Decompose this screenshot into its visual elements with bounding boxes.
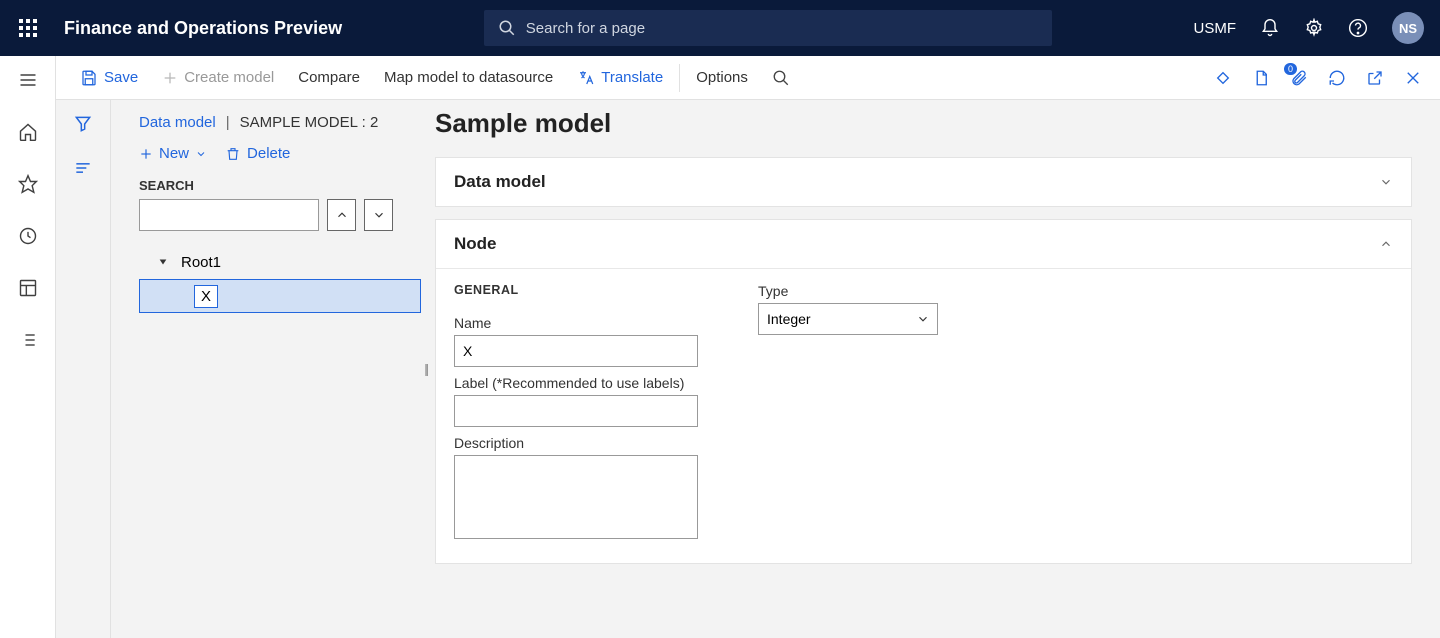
- name-field[interactable]: [454, 335, 698, 367]
- find-button[interactable]: [760, 69, 802, 87]
- popout-icon[interactable]: [1366, 69, 1384, 87]
- notifications-icon[interactable]: [1260, 18, 1280, 38]
- tree-node-x[interactable]: X: [139, 279, 421, 313]
- plus-icon: [139, 147, 153, 161]
- tree-node-root[interactable]: Root1: [139, 245, 421, 279]
- tree-toolbar: New Delete: [111, 141, 421, 174]
- attach-badge: 0: [1284, 63, 1297, 75]
- app-title: Finance and Operations Preview: [56, 18, 342, 39]
- plus-icon: [162, 70, 178, 86]
- search-icon: [498, 19, 516, 37]
- card-data-model-header[interactable]: Data model: [436, 158, 1411, 206]
- create-label: Create model: [184, 69, 274, 86]
- new-button[interactable]: New: [139, 145, 207, 162]
- left-nav-rail: [0, 56, 56, 638]
- search-next-button[interactable]: [364, 199, 393, 231]
- type-select[interactable]: [758, 303, 938, 335]
- detail-panel: Sample model Data model Node GENERAL: [421, 100, 1440, 638]
- search-input[interactable]: [139, 199, 319, 231]
- splitter-handle[interactable]: ||: [424, 362, 427, 377]
- search-section-label: SEARCH: [111, 174, 421, 199]
- tree-node-label: X: [194, 285, 218, 308]
- model-tree: Root1 X: [111, 245, 421, 313]
- diamond-icon[interactable]: [1214, 69, 1232, 87]
- trash-icon: [225, 146, 241, 162]
- close-icon[interactable]: [1404, 69, 1422, 87]
- search-prev-button[interactable]: [327, 199, 356, 231]
- page-title: Sample model: [435, 108, 1412, 139]
- breadcrumb: Data model | SAMPLE MODEL : 2: [111, 114, 421, 141]
- breadcrumb-link[interactable]: Data model: [139, 114, 216, 131]
- create-model-button: Create model: [150, 69, 286, 86]
- search-icon: [772, 69, 790, 87]
- save-label: Save: [104, 69, 138, 86]
- card-node: Node GENERAL Name Label (*Recommended to…: [435, 219, 1412, 564]
- workspace-icon[interactable]: [16, 276, 40, 300]
- hamburger-icon[interactable]: [16, 68, 40, 92]
- app-launcher[interactable]: [0, 19, 56, 37]
- side-tools: [56, 100, 111, 638]
- help-icon[interactable]: [1348, 18, 1368, 38]
- general-section-label: GENERAL: [454, 283, 698, 297]
- name-label: Name: [454, 315, 698, 331]
- label-label: Label (*Recommended to use labels): [454, 375, 698, 391]
- recent-icon[interactable]: [16, 224, 40, 248]
- chevron-down-icon: [1379, 175, 1393, 189]
- star-icon[interactable]: [16, 172, 40, 196]
- caret-icon[interactable]: [157, 257, 169, 267]
- translate-label: Translate: [601, 69, 663, 86]
- company-selector[interactable]: USMF: [1194, 20, 1237, 37]
- header-right: USMF NS: [1194, 12, 1440, 44]
- type-value[interactable]: [758, 303, 938, 335]
- modules-icon[interactable]: [16, 328, 40, 352]
- filter-icon[interactable]: [73, 114, 93, 134]
- description-field[interactable]: [454, 455, 698, 539]
- tree-node-label: Root1: [181, 254, 221, 271]
- translate-button[interactable]: Translate: [565, 69, 675, 87]
- label-field[interactable]: [454, 395, 698, 427]
- lines-icon[interactable]: [73, 158, 93, 178]
- refresh-icon[interactable]: [1328, 69, 1346, 87]
- tree-panel: Data model | SAMPLE MODEL : 2 New Delete: [111, 100, 421, 638]
- chevron-down-icon: [195, 148, 207, 160]
- description-label: Description: [454, 435, 698, 451]
- translate-icon: [577, 69, 595, 87]
- card-data-model: Data model: [435, 157, 1412, 207]
- top-header: Finance and Operations Preview Search fo…: [0, 0, 1440, 56]
- home-icon[interactable]: [16, 120, 40, 144]
- card-node-header[interactable]: Node: [436, 220, 1411, 268]
- map-model-button[interactable]: Map model to datasource: [372, 69, 565, 86]
- waffle-icon: [19, 19, 37, 37]
- gear-icon[interactable]: [1304, 18, 1324, 38]
- options-button[interactable]: Options: [684, 69, 760, 86]
- avatar[interactable]: NS: [1392, 12, 1424, 44]
- type-label: Type: [758, 283, 938, 299]
- save-button[interactable]: Save: [68, 69, 150, 87]
- search-placeholder: Search for a page: [526, 20, 645, 37]
- global-search[interactable]: Search for a page: [484, 10, 1052, 46]
- attach-icon[interactable]: 0: [1290, 69, 1308, 87]
- chevron-up-icon: [1379, 237, 1393, 251]
- breadcrumb-current: SAMPLE MODEL : 2: [240, 114, 379, 131]
- compare-button[interactable]: Compare: [286, 69, 372, 86]
- command-bar: Save Create model Compare Map model to d…: [56, 56, 1440, 100]
- delete-button[interactable]: Delete: [225, 145, 290, 162]
- save-icon: [80, 69, 98, 87]
- doc-icon[interactable]: [1252, 69, 1270, 87]
